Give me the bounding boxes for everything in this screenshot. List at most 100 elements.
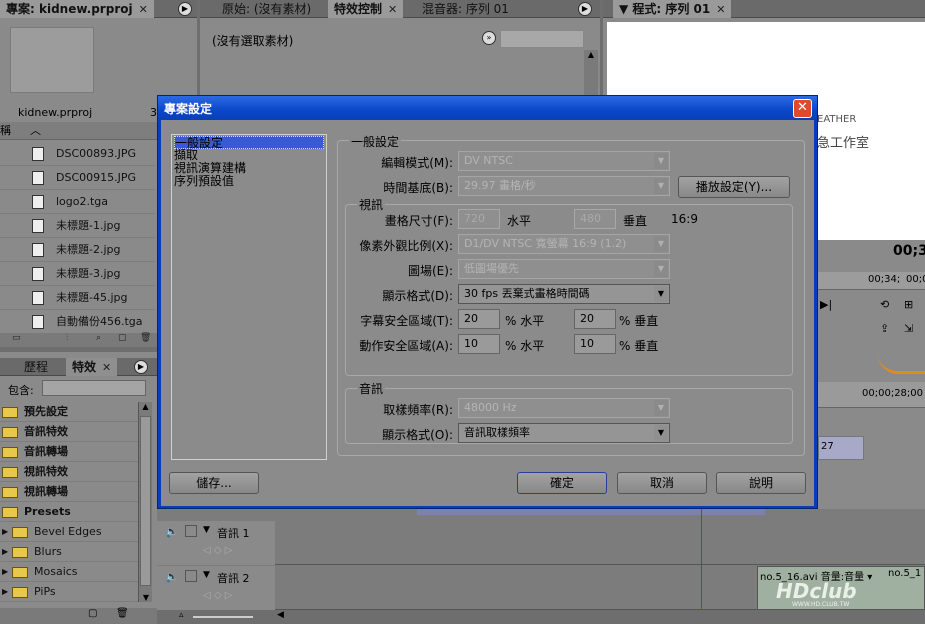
sample-rate-select[interactable]: 48000 Hz ▼ (458, 398, 670, 418)
display-format-select[interactable]: 30 fps 丟棄式畫格時間碼 ▼ (458, 284, 670, 304)
column-header-name[interactable]: 稱 ︿ (0, 122, 160, 140)
percent-horizontal-label: % 水平 (505, 339, 545, 353)
collapse-arrow-icon[interactable]: ▼ (203, 570, 210, 580)
action-safe-vertical-field[interactable]: 10 (574, 334, 616, 354)
trash-icon[interactable]: 🗑 (140, 333, 151, 343)
panel-menu-icon[interactable]: ▶ (178, 2, 192, 16)
tree-item-blurs[interactable]: ▶ Blurs (0, 542, 138, 562)
scroll-up-icon[interactable]: ▲ (584, 50, 598, 59)
effects-scrollbar[interactable]: ▲ ▼ (138, 402, 152, 602)
action-safe-horizontal-field[interactable]: 10 (458, 334, 500, 354)
dialog-titlebar[interactable]: 專案設定 ✕ (158, 96, 817, 120)
list-item[interactable]: 未標題-1.jpg (0, 214, 155, 238)
close-button[interactable]: ✕ (793, 99, 812, 118)
scroll-down-icon[interactable]: ▼ (139, 593, 153, 602)
tab-project[interactable]: 專案: kidnew.prproj ✕ (0, 0, 154, 18)
close-icon[interactable]: ✕ (102, 361, 111, 374)
save-button[interactable]: 儲存... (169, 472, 259, 494)
frame-width-field[interactable]: 720 (458, 209, 500, 229)
close-icon[interactable]: ✕ (388, 3, 397, 16)
list-item[interactable]: logo2.tga (0, 190, 155, 214)
expand-arrow-icon[interactable]: ▶ (2, 542, 8, 562)
pixel-aspect-select[interactable]: D1/DV NTSC 寬螢幕 16:9 (1.2) ▼ (458, 234, 670, 254)
help-button[interactable]: 說明 (716, 472, 806, 494)
title-safe-horizontal-field[interactable]: 20 (458, 309, 500, 329)
lock-box[interactable] (185, 525, 197, 537)
lock-box[interactable] (185, 570, 197, 582)
timebase-select[interactable]: 29.97 畫格/秒 ▼ (458, 176, 670, 196)
timeline-tracks: 🔈 ▼ 音訊 1 ◁ ◇ ▷ 🔈 ▼ 音訊 2 ◁ ◇ ▷ no.5_16.av… (157, 509, 925, 624)
tab-effect-controls[interactable]: 特效控制 ✕ (328, 0, 404, 18)
folder-icon (12, 527, 28, 538)
tree-item-video-transitions[interactable]: 視訊轉場 (0, 482, 138, 502)
list-item[interactable]: 未標題-2.jpg (0, 238, 155, 262)
expand-arrow-icon[interactable]: ▶ (2, 582, 8, 602)
scroll-thumb[interactable] (140, 416, 151, 586)
effect-scrollbar[interactable]: ▲ (584, 50, 598, 95)
trash-icon[interactable]: 🗑 (116, 608, 129, 619)
tree-item-mosaics[interactable]: ▶ Mosaics (0, 562, 138, 582)
playback-settings-button[interactable]: 播放設定(Y)... (678, 176, 790, 198)
video-group-title: 視訊 (357, 196, 386, 213)
tab-effects[interactable]: 特效 ✕ (66, 358, 118, 376)
cancel-button[interactable]: 取消 (617, 472, 707, 494)
tree-item-audio-transitions[interactable]: 音訊轉場 (0, 442, 138, 462)
list-view-icon[interactable]: ▭ (12, 333, 21, 343)
list-item[interactable]: 未標題-3.jpg (0, 262, 155, 286)
timeline-zoom-bar[interactable]: ▵ ◀ (157, 610, 925, 624)
panel-menu-icon[interactable]: ▶ (134, 360, 148, 374)
tree-item-presets-folder[interactable]: Presets (0, 502, 138, 522)
loop-icon[interactable]: ⟲ (880, 298, 889, 311)
keyframe-nav-icon[interactable]: ◁ ◇ ▷ (203, 545, 232, 556)
effects-tabbar: 歷程 特效 ✕ ▶ (0, 358, 157, 376)
extract-icon[interactable]: ⇲ (904, 322, 913, 335)
zoom-out-icon[interactable]: ▵ (179, 610, 184, 620)
audio-clip[interactable]: no.5_16.avi 音量:音量 ▾ no.5_1 HDclub WWW.HD… (757, 566, 925, 610)
tab-audio-mixer[interactable]: 混音器: 序列 01 (416, 0, 515, 18)
frame-height-field[interactable]: 480 (574, 209, 616, 229)
new-bin-icon[interactable]: ▢ (88, 608, 97, 619)
title-safe-label: 字幕安全區域(T): (360, 314, 453, 328)
tab-program[interactable]: ▼ 程式: 序列 01 ✕ (613, 0, 732, 18)
zoom-slider[interactable] (193, 616, 253, 618)
scroll-up-icon[interactable]: ▲ (139, 402, 152, 411)
find-icon[interactable]: ⌕ (96, 333, 101, 343)
keyframe-nav-icon[interactable]: ◁ ◇ ▷ (203, 590, 232, 601)
editing-mode-select[interactable]: DV NTSC ▼ (458, 151, 670, 171)
tree-item-presets[interactable]: 預先設定 (0, 402, 138, 422)
nav-item-sequence-defaults[interactable]: 序列預設值 (174, 175, 324, 188)
expand-arrow-icon[interactable]: ▶ (2, 562, 8, 582)
play-icon[interactable]: ▶| (820, 298, 832, 311)
list-item[interactable]: DSC00915.JPG (0, 166, 155, 190)
effects-search-input[interactable] (42, 380, 146, 396)
lift-icon[interactable]: ⇪ (880, 322, 889, 335)
expand-arrow-icon[interactable]: ▶ (2, 522, 8, 542)
ok-button[interactable]: 確定 (517, 472, 607, 494)
scroll-left-icon[interactable]: ◀ (277, 610, 284, 620)
tree-item-audio-effects[interactable]: 音訊特效 (0, 422, 138, 442)
timeline-clip[interactable]: 27 (818, 436, 864, 460)
list-item[interactable]: DSC00893.JPG (0, 142, 155, 166)
collapse-arrow-icon[interactable]: ▼ (203, 525, 210, 535)
panel-menu-icon[interactable]: ▶ (578, 2, 592, 16)
speaker-icon[interactable]: 🔈 (165, 570, 179, 583)
tab-history[interactable]: 歷程 (18, 358, 54, 376)
close-icon[interactable]: ✕ (139, 3, 148, 16)
fields-select[interactable]: 低圖場優先 ▼ (458, 259, 670, 279)
tab-source[interactable]: 原始: (沒有素材) (216, 0, 317, 18)
safe-margins-icon[interactable]: ⊞ (904, 298, 913, 311)
expand-icon[interactable]: » (482, 31, 496, 45)
list-item[interactable]: 自動備份456.tga (0, 310, 155, 334)
audio-display-format-select[interactable]: 音訊取樣頻率 ▼ (458, 423, 670, 443)
title-safe-vertical-field[interactable]: 20 (574, 309, 616, 329)
tree-item-pips[interactable]: ▶ PiPs (0, 582, 138, 602)
automate-icon[interactable]: ⫶ (66, 333, 68, 343)
playhead[interactable] (701, 509, 702, 624)
list-item[interactable]: 未標題-45.jpg (0, 286, 155, 310)
tree-item-video-effects[interactable]: 視訊特效 (0, 462, 138, 482)
new-bin-icon[interactable]: ▢ (118, 333, 127, 343)
tree-item-bevel-edges[interactable]: ▶ Bevel Edges (0, 522, 138, 542)
effects-toolbar: ▢ 🗑 (0, 608, 157, 624)
close-icon[interactable]: ✕ (716, 3, 725, 16)
speaker-icon[interactable]: 🔈 (165, 525, 179, 538)
